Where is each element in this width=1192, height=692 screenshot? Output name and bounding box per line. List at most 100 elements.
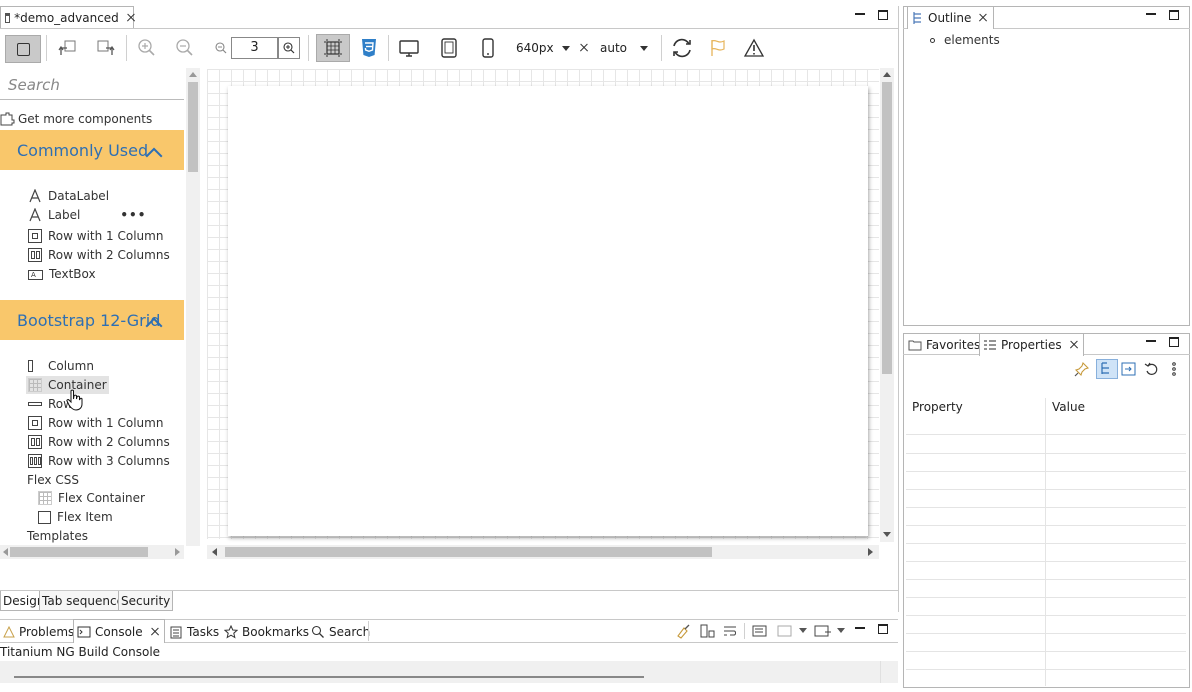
minimize-icon[interactable] <box>855 627 865 629</box>
view-menu-icon[interactable] <box>1169 361 1179 377</box>
phone-view-button[interactable] <box>473 35 503 61</box>
get-more-components-link[interactable]: Get more components <box>0 110 152 128</box>
palette-item-row-1-column[interactable]: Row with 1 Column <box>28 227 163 245</box>
canvas-h-scroll-thumb[interactable] <box>225 547 712 557</box>
close-icon[interactable] <box>125 12 129 24</box>
tab-search[interactable]: Search <box>308 621 373 642</box>
maximize-icon[interactable] <box>878 10 888 20</box>
scroll-lock-icon[interactable] <box>699 623 715 639</box>
maximize-icon[interactable] <box>1169 337 1179 347</box>
refresh-button[interactable] <box>667 35 697 61</box>
zoom-field[interactable]: 3 <box>231 37 278 59</box>
open-console-icon[interactable] <box>814 623 832 639</box>
close-icon[interactable] <box>977 12 989 24</box>
zoom-small-in-button[interactable] <box>278 37 300 59</box>
display-console-icon[interactable] <box>777 623 793 639</box>
word-wrap-icon[interactable] <box>722 623 738 639</box>
outline-item-elements[interactable]: elements <box>930 31 1000 49</box>
display-console-dropdown-icon[interactable] <box>799 628 807 633</box>
palette-h-scroll-thumb[interactable] <box>10 547 148 557</box>
advanced-icon[interactable] <box>1121 361 1137 377</box>
toolbar-separator <box>388 35 389 61</box>
palette-item-label[interactable]: Label ••• <box>28 206 146 224</box>
flag-button[interactable] <box>703 35 733 61</box>
palette-item-flex-container[interactable]: Flex Container <box>38 489 145 507</box>
tab-security[interactable]: Security <box>118 591 174 611</box>
minimize-icon[interactable] <box>1146 340 1156 342</box>
minimize-icon[interactable] <box>1146 13 1156 15</box>
console-horizontal-scrollbar[interactable] <box>0 661 898 683</box>
tab-label: Favorites <box>926 337 981 352</box>
minimize-icon[interactable] <box>855 13 865 15</box>
tab-problems[interactable]: Problems <box>0 621 77 642</box>
select-tool-button[interactable] <box>5 35 41 63</box>
palette-item-row-2-columns[interactable]: Row with 2 Columns <box>28 433 170 451</box>
palette-group-flex-css[interactable]: Flex CSS <box>27 471 79 489</box>
zoom-in-button[interactable] <box>132 35 162 61</box>
warning-button[interactable] <box>739 35 769 61</box>
editor-tab[interactable]: *demo_advanced <box>0 6 134 28</box>
value-column-header[interactable]: Value <box>1046 398 1186 435</box>
tab-sequence[interactable]: Tab sequence <box>39 591 127 611</box>
scroll-up-icon[interactable] <box>189 72 197 77</box>
palette-item-row-3-columns[interactable]: Row with 3 Columns <box>28 452 170 470</box>
form-page[interactable] <box>228 86 868 536</box>
property-row-empty <box>906 508 1186 526</box>
close-icon[interactable] <box>149 626 161 638</box>
open-console-dropdown-icon[interactable] <box>837 628 845 633</box>
palette-item-datalabel[interactable]: DataLabel <box>28 187 109 205</box>
restore-default-icon[interactable] <box>1144 361 1160 377</box>
tab-favorites[interactable]: Favorites <box>905 334 983 355</box>
palette-search-input[interactable]: Search <box>0 70 184 100</box>
css-button[interactable] <box>354 35 384 61</box>
maximize-icon[interactable] <box>1169 10 1179 20</box>
tablet-view-button[interactable] <box>434 35 464 61</box>
palette-group-templates[interactable]: Templates <box>27 527 88 545</box>
console-h-scroll-thumb[interactable] <box>14 676 644 678</box>
row-two-columns-icon <box>28 248 42 262</box>
palette-item-label: Label <box>48 208 81 222</box>
scroll-left-icon[interactable] <box>212 548 217 556</box>
pin-icon[interactable] <box>1074 361 1090 377</box>
palette-item-flex-item[interactable]: Flex Item <box>38 508 113 526</box>
pin-console-icon[interactable] <box>752 623 768 639</box>
section-commonly-used[interactable]: Commonly Used <box>0 130 184 170</box>
tab-bookmarks[interactable]: Bookmarks <box>221 621 312 642</box>
palette-item-label: DataLabel <box>48 189 110 203</box>
tab-tasks[interactable]: Tasks <box>166 621 222 642</box>
scroll-down-icon[interactable] <box>883 532 891 537</box>
palette-group-label: Flex CSS <box>27 473 79 487</box>
editor-tab-divider <box>0 28 898 29</box>
canvas-v-scroll-thumb[interactable] <box>882 82 892 374</box>
close-icon[interactable] <box>1068 339 1080 351</box>
categories-toggle-button[interactable] <box>1096 359 1118 379</box>
scroll-right-icon[interactable] <box>175 548 180 556</box>
zoom-small-out-button[interactable] <box>210 37 232 59</box>
scroll-right-icon[interactable] <box>868 548 873 556</box>
grid-toggle-button[interactable] <box>316 34 350 62</box>
palette-scroll-thumb[interactable] <box>188 82 198 172</box>
more-options-icon[interactable]: ••• <box>120 208 146 222</box>
properties-icon <box>984 340 996 350</box>
palette-item-row-1-column[interactable]: Row with 1 Column <box>28 414 163 432</box>
zoom-out-button[interactable] <box>170 35 200 61</box>
palette-item-column[interactable]: Column <box>28 357 94 375</box>
palette-item-textbox[interactable]: A TextBox <box>28 265 96 283</box>
scroll-up-icon[interactable] <box>883 72 891 77</box>
property-column-header[interactable]: Property <box>906 398 1045 435</box>
height-select[interactable]: auto <box>596 39 652 57</box>
outline-tab[interactable]: Outline <box>907 6 995 29</box>
width-select[interactable]: 640px <box>512 39 574 57</box>
editor-right-border <box>898 6 899 612</box>
property-row-empty <box>906 472 1186 490</box>
desktop-view-button[interactable] <box>394 35 424 61</box>
scroll-left-icon[interactable] <box>3 548 8 556</box>
warning-icon <box>743 38 765 57</box>
tab-console[interactable]: Console <box>73 619 165 643</box>
redo-button[interactable] <box>90 35 120 61</box>
undo-button[interactable] <box>53 35 83 61</box>
palette-item-row-2-columns[interactable]: Row with 2 Columns <box>28 246 170 264</box>
tab-properties[interactable]: Properties <box>979 333 1084 356</box>
clear-console-icon[interactable] <box>675 623 691 639</box>
maximize-icon[interactable] <box>878 624 888 634</box>
